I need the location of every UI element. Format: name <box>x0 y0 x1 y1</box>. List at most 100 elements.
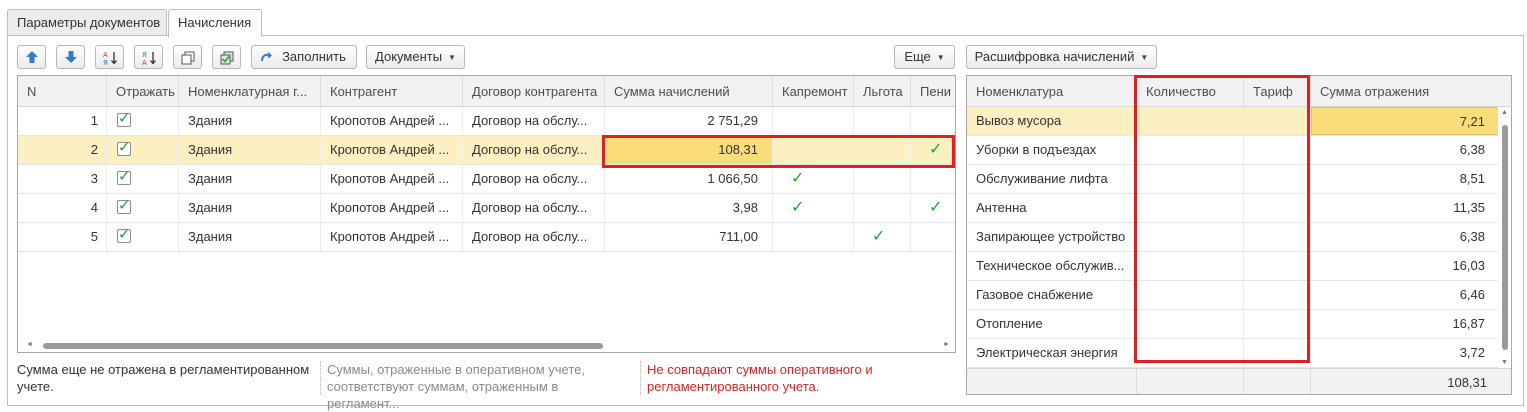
cell-capital-repair[interactable]: ✓ <box>773 165 854 193</box>
cell-penalty[interactable] <box>911 165 955 193</box>
cell-reflection-sum[interactable]: 8,51 <box>1311 165 1500 193</box>
column-header-reflect[interactable]: Отражать <box>107 76 179 107</box>
scrollbar-thumb[interactable] <box>1502 125 1508 350</box>
tab-accruals[interactable]: Начисления <box>168 9 262 37</box>
breakdown-dropdown-button[interactable]: Расшифровка начислений ▼ <box>966 45 1157 69</box>
cell-reflect[interactable]: ✓ <box>107 223 179 251</box>
horizontal-scrollbar[interactable]: ◄ ► <box>18 339 955 352</box>
scroll-up-icon[interactable]: ▲ <box>1501 109 1508 116</box>
cell-nomenclature[interactable]: Антенна <box>967 194 1137 222</box>
column-header-nomenclature[interactable]: Номенклатура <box>967 76 1137 107</box>
cell-reflection-sum[interactable]: 6,38 <box>1311 136 1500 164</box>
cell-nomenclature[interactable]: Отопление <box>967 310 1137 338</box>
cell-accrual-sum[interactable]: 711,00 <box>605 223 773 251</box>
cell-nomenclature[interactable]: Вывоз мусора <box>967 107 1137 135</box>
column-header-n[interactable]: N <box>18 76 107 107</box>
cell-contract[interactable]: Договор на обслу... <box>463 165 605 193</box>
cell-benefit[interactable]: ✓ <box>854 223 911 251</box>
cell-reflection-sum[interactable]: 6,46 <box>1311 281 1500 309</box>
table-row[interactable]: 3 ✓ Здания Кропотов Андрей ... Договор на об… <box>18 165 955 194</box>
cell-capital-repair[interactable] <box>773 223 854 251</box>
cell-reflect[interactable]: ✓ <box>107 165 179 193</box>
reflect-checkbox[interactable]: ✓ <box>117 110 131 127</box>
cell-contract[interactable]: Договор на обслу... <box>463 107 605 135</box>
cell-accrual-sum[interactable]: 3,98 <box>605 194 773 222</box>
reflect-checkbox[interactable]: ✓ <box>117 168 131 185</box>
cell-nomenclature[interactable]: Техническое обслужив... <box>967 252 1137 280</box>
move-down-button[interactable] <box>56 45 85 69</box>
cell-reflect[interactable]: ✓ <box>107 194 179 222</box>
column-header-reflection-sum[interactable]: Сумма отражения <box>1311 76 1511 107</box>
cell-n[interactable]: 2 <box>18 136 107 164</box>
column-header-benefit[interactable]: Льгота <box>854 76 911 107</box>
cell-benefit[interactable] <box>854 165 911 193</box>
more-dropdown-button[interactable]: Еще ▼ <box>894 45 955 69</box>
scroll-down-icon[interactable]: ▼ <box>1501 359 1508 366</box>
cell-capital-repair[interactable]: ✓ <box>773 194 854 222</box>
vertical-scrollbar[interactable]: ▲ ▼ <box>1498 107 1511 368</box>
sort-ascending-button[interactable]: А Я <box>95 45 124 69</box>
scroll-left-icon[interactable]: ◄ <box>26 341 33 348</box>
cell-reflection-sum[interactable]: 16,03 <box>1311 252 1500 280</box>
move-up-button[interactable] <box>17 45 46 69</box>
cell-nomenclature-group[interactable]: Здания <box>179 136 321 164</box>
table-row[interactable]: 5 ✓ Здания Кропотов Андрей ... Договор на об… <box>18 223 955 252</box>
cell-reflect[interactable]: ✓ <box>107 136 179 164</box>
cell-accrual-sum[interactable]: 1 066,50 <box>605 165 773 193</box>
copy-button[interactable] <box>173 45 202 69</box>
documents-dropdown-button[interactable]: Документы ▼ <box>366 45 465 69</box>
cell-reflect[interactable]: ✓ <box>107 107 179 135</box>
sort-descending-button[interactable]: Я А <box>134 45 163 69</box>
cell-n[interactable]: 4 <box>18 194 107 222</box>
cell-nomenclature[interactable]: Электрическая энергия <box>967 339 1137 367</box>
cell-penalty[interactable] <box>911 223 955 251</box>
cell-accrual-sum[interactable]: 2 751,29 <box>605 107 773 135</box>
cell-benefit[interactable] <box>854 107 911 135</box>
column-header-nomenclature-group[interactable]: Номенклатурная г... <box>179 76 321 107</box>
reflect-checkbox[interactable]: ✓ <box>117 139 131 156</box>
table-row[interactable]: 4 ✓ Здания Кропотов Андрей ... Договор на об… <box>18 194 955 223</box>
cell-penalty[interactable] <box>911 107 955 135</box>
column-header-capital-repair[interactable]: Капремонт <box>773 76 854 107</box>
cell-n[interactable]: 5 <box>18 223 107 251</box>
tab-document-parameters[interactable]: Параметры документов <box>7 9 167 36</box>
cell-contract[interactable]: Договор на обслу... <box>463 136 605 164</box>
scrollbar-thumb[interactable] <box>43 343 603 349</box>
cell-reflection-sum[interactable]: 11,35 <box>1311 194 1500 222</box>
cell-contract[interactable]: Договор на обслу... <box>463 194 605 222</box>
cell-reflection-sum[interactable]: 7,21 <box>1311 107 1500 135</box>
cell-nomenclature-group[interactable]: Здания <box>179 107 321 135</box>
cell-penalty[interactable]: ✓ <box>911 194 955 222</box>
cell-n[interactable]: 3 <box>18 165 107 193</box>
cell-contractor[interactable]: Кропотов Андрей ... <box>321 165 463 193</box>
accruals-table[interactable]: N Отражать Номенклатурная г... Контраген… <box>17 75 956 353</box>
reflect-checkbox[interactable]: ✓ <box>117 226 131 243</box>
cell-nomenclature[interactable]: Запирающее устройство <box>967 223 1137 251</box>
cell-nomenclature-group[interactable]: Здания <box>179 165 321 193</box>
column-header-contractor[interactable]: Контрагент <box>321 76 463 107</box>
cell-contractor[interactable]: Кропотов Андрей ... <box>321 136 463 164</box>
cell-nomenclature-group[interactable]: Здания <box>179 223 321 251</box>
cell-nomenclature[interactable]: Газовое снабжение <box>967 281 1137 309</box>
column-header-accrual-sum[interactable]: Сумма начислений <box>605 76 773 107</box>
cell-contractor[interactable]: Кропотов Андрей ... <box>321 107 463 135</box>
cell-capital-repair[interactable] <box>773 107 854 135</box>
reflect-checkbox[interactable]: ✓ <box>117 197 131 214</box>
select-all-button[interactable] <box>212 45 241 69</box>
cell-nomenclature[interactable]: Уборки в подъездах <box>967 136 1137 164</box>
cell-nomenclature-group[interactable]: Здания <box>179 194 321 222</box>
cell-benefit[interactable] <box>854 194 911 222</box>
cell-contract[interactable]: Договор на обслу... <box>463 223 605 251</box>
cell-reflection-sum[interactable]: 6,38 <box>1311 223 1500 251</box>
cell-n[interactable]: 1 <box>18 107 107 135</box>
scroll-right-icon[interactable]: ► <box>943 341 950 348</box>
cell-contractor[interactable]: Кропотов Андрей ... <box>321 223 463 251</box>
fill-button[interactable]: Заполнить <box>251 45 357 69</box>
cell-contractor[interactable]: Кропотов Андрей ... <box>321 194 463 222</box>
column-header-penalty[interactable]: Пени <box>911 76 955 107</box>
cell-reflection-sum[interactable]: 3,72 <box>1311 339 1500 367</box>
column-header-contract[interactable]: Договор контрагента <box>463 76 605 107</box>
cell-nomenclature[interactable]: Обслуживание лифта <box>967 165 1137 193</box>
table-row[interactable]: 1 ✓ Здания Кропотов Андрей ... Договор на об… <box>18 107 955 136</box>
cell-reflection-sum[interactable]: 16,87 <box>1311 310 1500 338</box>
